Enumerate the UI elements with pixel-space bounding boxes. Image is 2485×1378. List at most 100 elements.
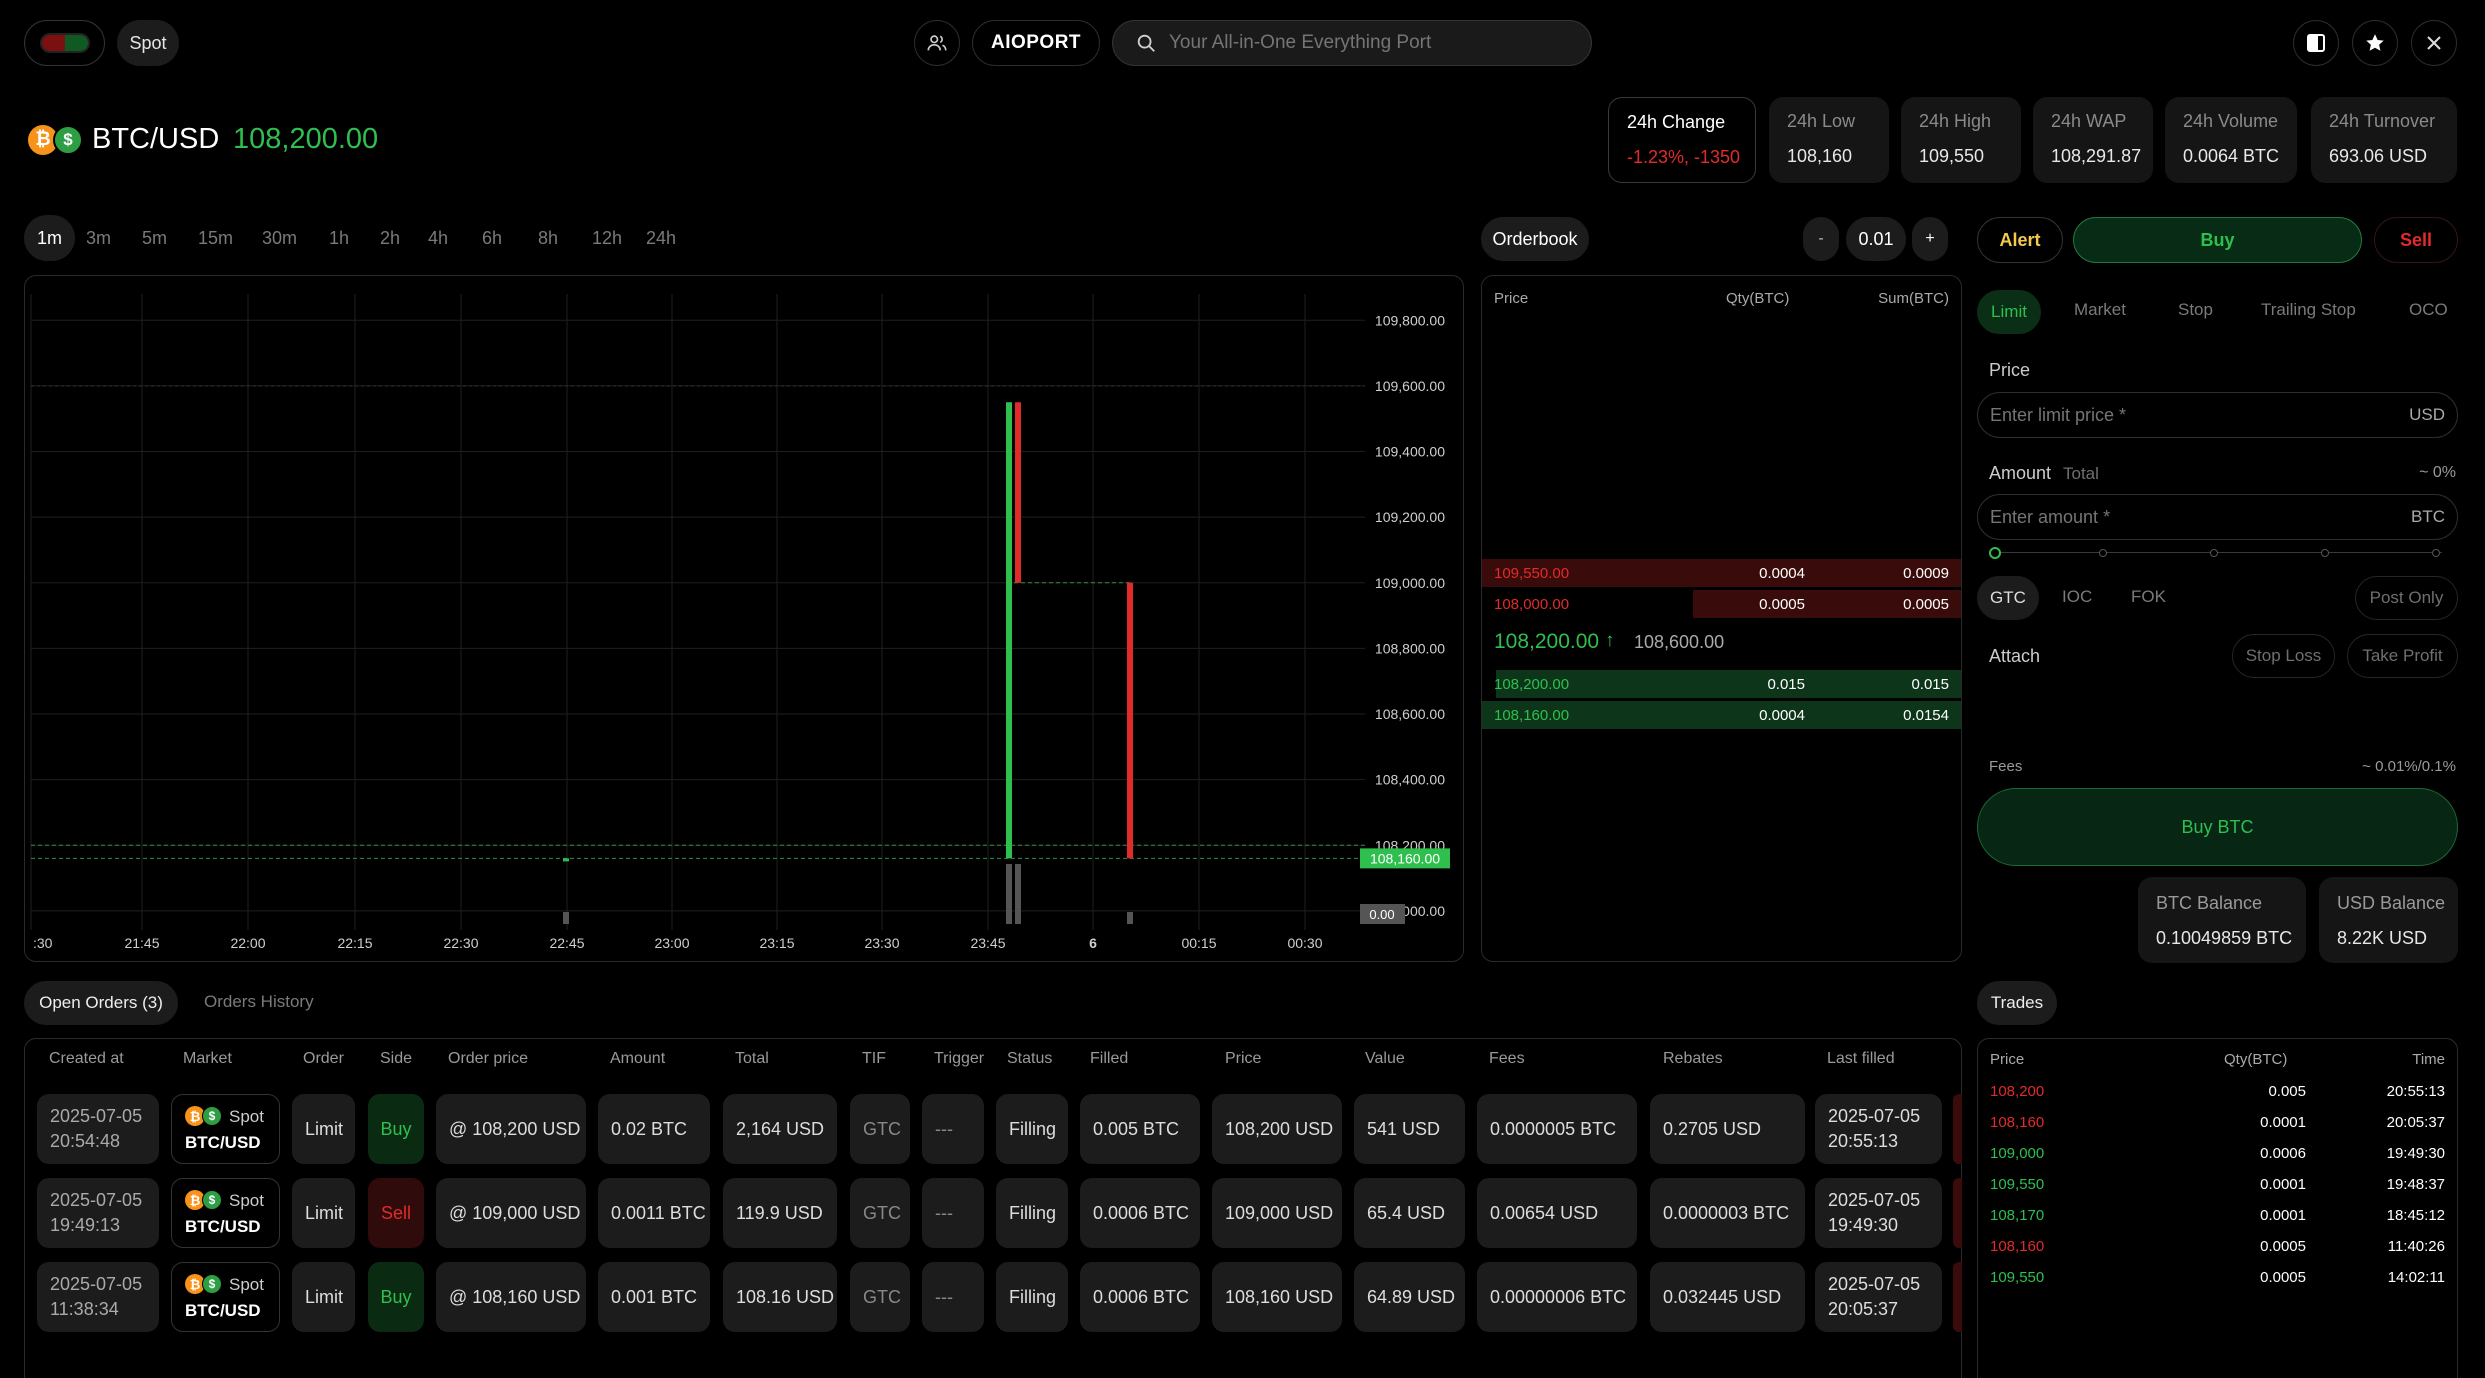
trade-qty: 0.005 xyxy=(2268,1083,2306,1100)
slider-tick xyxy=(2321,549,2329,557)
step-value[interactable]: 0.01 xyxy=(1846,217,1906,261)
step-decrease-button[interactable]: - xyxy=(1803,217,1839,261)
filled-cell: 0.0006 BTC xyxy=(1080,1178,1200,1248)
amount-field[interactable]: BTC xyxy=(1977,494,2458,540)
trade-row: 108,160 0.0001 20:05:37 xyxy=(1978,1114,2457,1144)
close-button[interactable] xyxy=(2411,20,2457,66)
trades-header-time: Time xyxy=(2412,1051,2445,1068)
orderbook-tab[interactable]: Orderbook xyxy=(1481,217,1589,261)
created-at-cell: 2025-07-05 19:49:13 xyxy=(37,1178,159,1248)
take-profit-button[interactable]: Take Profit xyxy=(2347,634,2458,678)
total-cell: 108.16 USD xyxy=(723,1262,837,1332)
y-tick-label: 109,200.00 xyxy=(1375,509,1445,525)
tif-fok[interactable]: FOK xyxy=(2131,587,2166,607)
cancel-order-button[interactable] xyxy=(1953,1178,1962,1248)
limit-price-field[interactable]: USD xyxy=(1977,392,2458,438)
created-date: 2025-07-05 xyxy=(50,1190,143,1210)
search-bar[interactable] xyxy=(1112,20,1592,66)
timeframe-1h[interactable]: 1h xyxy=(329,215,349,261)
submit-buy-button[interactable]: Buy BTC xyxy=(1977,788,2458,866)
order-type-oco[interactable]: OCO xyxy=(2409,300,2448,320)
total-toggle[interactable]: Total xyxy=(2063,464,2099,484)
market-type-button[interactable]: Spot xyxy=(117,20,179,66)
tif-gtc[interactable]: GTC xyxy=(1977,576,2039,620)
trade-price: 108,170 xyxy=(1990,1207,2045,1224)
amount-percent: ~ 0% xyxy=(2419,464,2456,481)
orderbook-ask-row[interactable]: 109,550.00 0.0004 0.0009 xyxy=(1482,558,1961,588)
orders-header-cell: Total xyxy=(735,1050,769,1067)
orderbook-ask-row[interactable]: 108,000.00 0.0005 0.0005 xyxy=(1482,589,1961,619)
users-button[interactable] xyxy=(914,20,960,66)
ob-header-price: Price xyxy=(1494,290,1529,307)
tab-open-orders[interactable]: Open Orders (3) xyxy=(24,981,178,1025)
x-tick-label: 23:45 xyxy=(970,935,1005,951)
market-cell[interactable]: ₿ $ Spot BTC/USD xyxy=(171,1178,280,1248)
market-cell[interactable]: ₿ $ Spot BTC/USD xyxy=(171,1094,280,1164)
amount-input[interactable] xyxy=(1990,506,2370,528)
orderbook-bid-row[interactable]: 108,200.00 0.015 0.015 xyxy=(1482,669,1961,699)
timeframe-1m[interactable]: 1m xyxy=(24,215,76,261)
limit-price-input[interactable] xyxy=(1990,404,2370,426)
slider-handle[interactable] xyxy=(1989,547,2001,559)
market-type: Spot xyxy=(229,1107,264,1126)
timeframe-4h[interactable]: 4h xyxy=(428,215,448,261)
trade-time: 19:49:30 xyxy=(2386,1145,2445,1162)
stat-24h-low: 24h Low 108,160 xyxy=(1769,97,1889,183)
post-only-toggle[interactable]: Post Only xyxy=(2355,576,2458,620)
slider-tick xyxy=(2432,549,2440,557)
tab-orders-history[interactable]: Orders History xyxy=(204,992,314,1012)
search-input[interactable] xyxy=(1169,32,1569,54)
orders-header-cell: Fees xyxy=(1489,1050,1525,1067)
btc-balance-card: BTC Balance 0.10049859 BTC xyxy=(2138,877,2306,963)
tif-ioc[interactable]: IOC xyxy=(2062,587,2092,607)
timeframe-3m[interactable]: 3m xyxy=(86,215,111,261)
sell-tab[interactable]: Sell xyxy=(2374,217,2458,263)
timeframe-30m[interactable]: 30m xyxy=(262,215,297,261)
trade-row: 108,170 0.0001 18:45:12 xyxy=(1978,1207,2457,1237)
timeframe-2h[interactable]: 2h xyxy=(380,215,400,261)
orderbook-bid-row[interactable]: 108,160.00 0.0004 0.0154 xyxy=(1482,700,1961,730)
timeframe-24h[interactable]: 24h xyxy=(646,215,676,261)
layout-button[interactable] xyxy=(2293,20,2339,66)
cancel-order-button[interactable] xyxy=(1953,1262,1962,1332)
cancel-order-button[interactable] xyxy=(1953,1094,1962,1164)
favorite-button[interactable] xyxy=(2352,20,2398,66)
market-cell[interactable]: ₿ $ Spot BTC/USD xyxy=(171,1262,280,1332)
timeframe-6h[interactable]: 6h xyxy=(482,215,502,261)
timeframe-8h[interactable]: 8h xyxy=(538,215,558,261)
btc-balance-value: 0.10049859 BTC xyxy=(2156,928,2293,948)
step-increase-button[interactable]: + xyxy=(1912,217,1948,261)
ob-sum: 0.0009 xyxy=(1903,565,1949,582)
ob-price: 108,000.00 xyxy=(1494,596,1570,613)
stop-loss-button[interactable]: Stop Loss xyxy=(2232,634,2335,678)
fees-cell: 0.00000006 BTC xyxy=(1477,1262,1637,1332)
order-type-stop[interactable]: Stop xyxy=(2178,300,2213,320)
stat-24h-turnover: 24h Turnover 693.06 USD xyxy=(2311,97,2457,183)
order-type-trailing-stop[interactable]: Trailing Stop xyxy=(2261,300,2356,320)
rebates-cell: 0.0000003 BTC xyxy=(1650,1178,1805,1248)
order-type-market[interactable]: Market xyxy=(2074,300,2126,320)
value-cell: 64.89 USD xyxy=(1354,1262,1465,1332)
brand-logo[interactable]: AIOPORT xyxy=(972,20,1100,66)
market-pair: BTC/USD xyxy=(185,1301,261,1320)
order-type-limit[interactable]: Limit xyxy=(1977,290,2041,334)
last-filled-time: 20:55:13 xyxy=(1828,1131,1899,1151)
orders-header-cell: Last filled xyxy=(1827,1050,1895,1067)
buy-tab[interactable]: Buy xyxy=(2073,217,2362,263)
trades-tab[interactable]: Trades xyxy=(1977,981,2057,1025)
slider-tick xyxy=(2099,549,2107,557)
alert-button[interactable]: Alert xyxy=(1977,217,2063,263)
slider-tick xyxy=(2210,549,2218,557)
candle xyxy=(1006,402,1012,859)
created-at-cell: 2025-07-05 20:54:48 xyxy=(37,1094,159,1164)
orders-header-cell: Market xyxy=(183,1050,232,1067)
trade-time: 14:02:11 xyxy=(2387,1269,2445,1286)
timeframe-12h[interactable]: 12h xyxy=(592,215,622,261)
timeframe-5m[interactable]: 5m xyxy=(142,215,167,261)
timeframe-15m[interactable]: 15m xyxy=(198,215,233,261)
trade-row: 108,200 0.005 20:55:13 xyxy=(1978,1083,2457,1113)
theme-toggle[interactable] xyxy=(24,20,105,66)
trade-qty: 0.0001 xyxy=(2260,1114,2306,1131)
amount-slider[interactable] xyxy=(1989,546,2446,560)
orders-header-cell: Created at xyxy=(49,1050,124,1067)
